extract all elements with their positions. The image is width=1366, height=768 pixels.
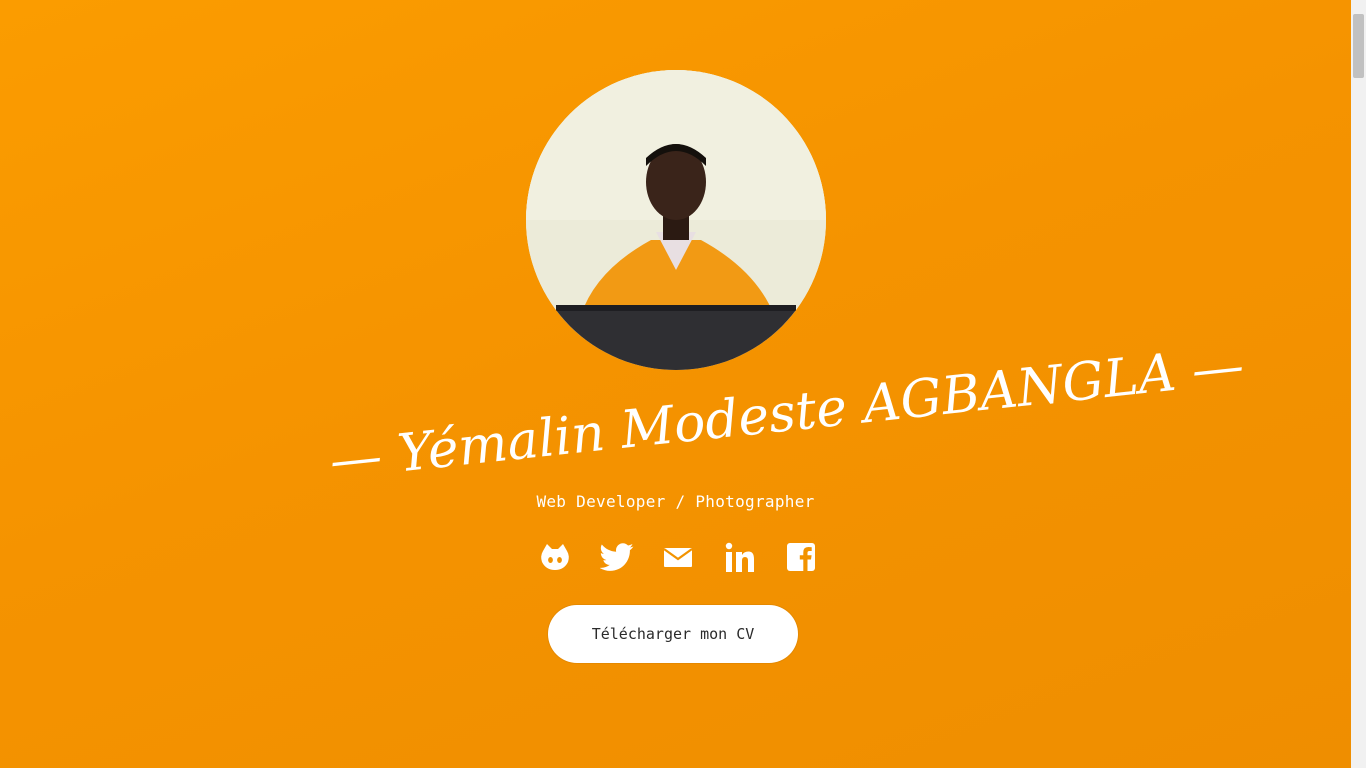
github-icon: [541, 544, 569, 570]
github-link[interactable]: [538, 540, 572, 574]
download-cv-button[interactable]: Télécharger mon CV: [548, 605, 798, 663]
page-background: — Yémalin Modeste AGBANGLA — Web Develop…: [0, 0, 1351, 768]
linkedin-link[interactable]: [723, 540, 757, 574]
linkedin-icon: [725, 542, 754, 572]
profile-photo: [526, 70, 826, 370]
email-icon: [663, 548, 693, 567]
scrollbar[interactable]: [1351, 0, 1366, 768]
facebook-icon: [787, 543, 815, 571]
profile-role: Web Developer / Photographer: [536, 492, 815, 511]
twitter-icon: [599, 543, 633, 571]
scrollbar-thumb[interactable]: [1353, 14, 1364, 78]
facebook-link[interactable]: [784, 540, 818, 574]
email-link[interactable]: [661, 540, 695, 574]
profile-photo-image: [526, 70, 826, 370]
social-links: [538, 539, 818, 575]
twitter-link[interactable]: [599, 540, 634, 574]
